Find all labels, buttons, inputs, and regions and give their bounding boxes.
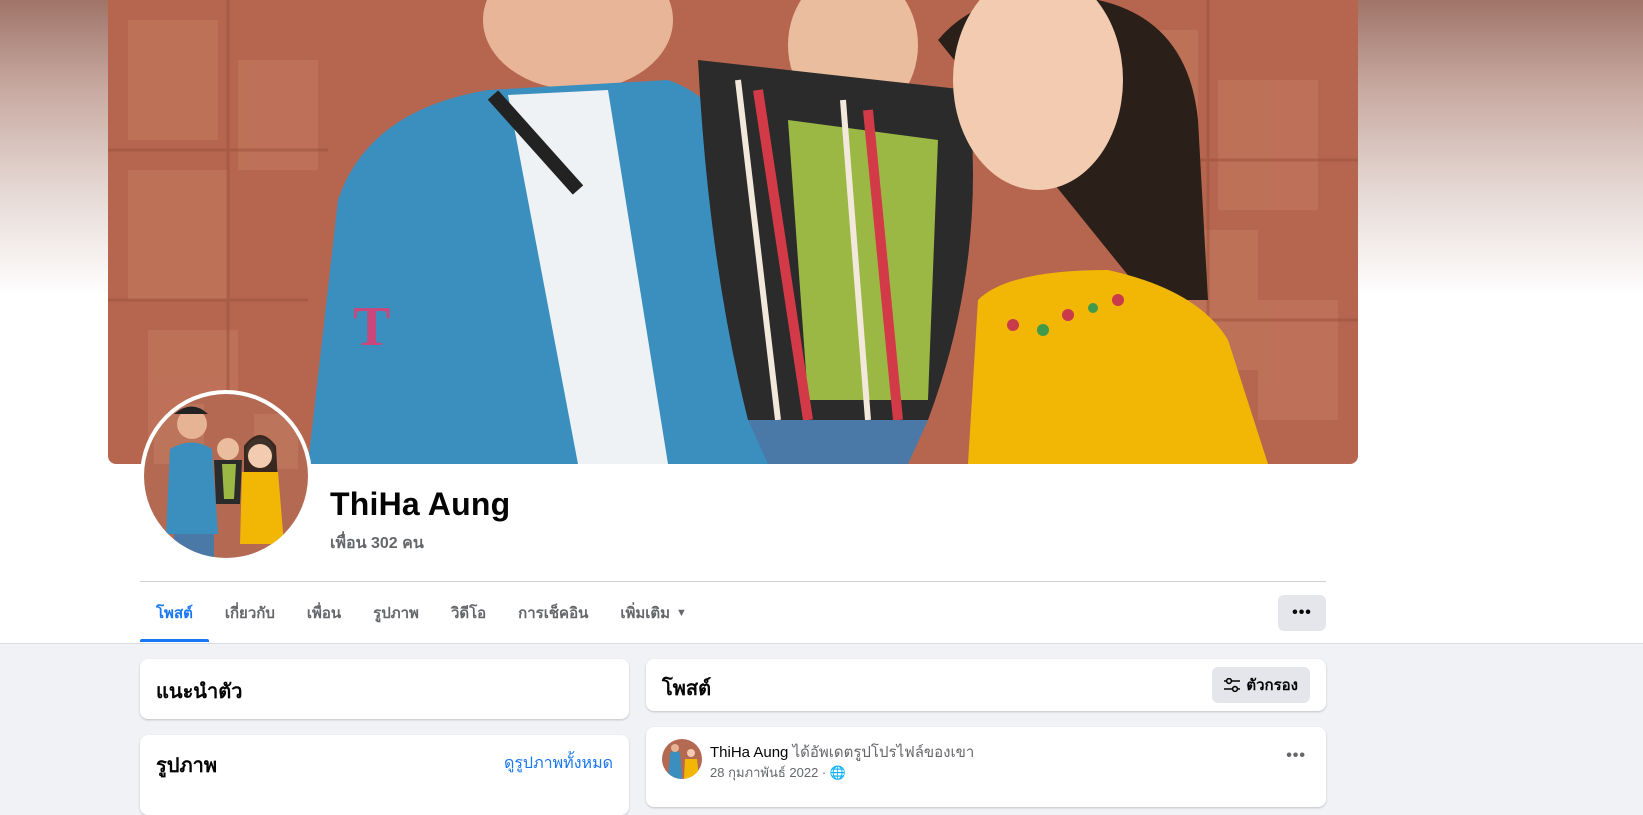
post-card: ThiHa Aung ได้อัพเดตรูปโปรไฟล์ของเขา 28 … (646, 727, 1326, 807)
post-timestamp[interactable]: 28 กุมภาพันธ์ 2022 · 🌐 (710, 762, 846, 783)
post-action-text: ได้อัพเดตรูปโปรไฟล์ของเขา (792, 744, 975, 761)
posts-title: โพสต์ (662, 678, 712, 700)
posts-header-card: โพสต์ ตัวกรอง (646, 659, 1326, 711)
filter-label: ตัวกรอง (1246, 677, 1298, 694)
caret-down-icon: ▼ (676, 607, 687, 619)
friends-count[interactable]: เพื่อน 302 คน (330, 531, 424, 556)
tab-videos[interactable]: วิดีโอ (435, 584, 502, 642)
header-divider (140, 581, 1326, 582)
tab-posts[interactable]: โพสต์ (140, 584, 209, 642)
tab-checkins[interactable]: การเช็คอิน (502, 584, 604, 642)
profile-tabs: โพสต์ เกี่ยวกับ เพื่อน รูปภาพ วิดีโอ การ… (140, 584, 703, 642)
intro-card: แนะนำตัว (140, 659, 629, 719)
photos-card: รูปภาพ ดูรูปภาพทั้งหมด (140, 735, 629, 815)
profile-name: ThiHa Aung (330, 486, 511, 522)
profile-avatar[interactable] (140, 390, 312, 562)
see-all-photos-link[interactable]: ดูรูปภาพทั้งหมด (504, 751, 613, 776)
post-author-avatar[interactable] (662, 739, 702, 779)
cover-photo[interactable]: T (108, 0, 1358, 464)
tab-friends[interactable]: เพื่อน (291, 584, 357, 642)
more-horizontal-icon: ••• (1286, 747, 1306, 764)
profile-more-button[interactable]: ••• (1278, 595, 1326, 631)
tab-about[interactable]: เกี่ยวกับ (209, 584, 291, 642)
tab-photos[interactable]: รูปภาพ (357, 584, 435, 642)
post-menu-button[interactable]: ••• (1286, 747, 1306, 765)
post-header: ThiHa Aung ได้อัพเดตรูปโปรไฟล์ของเขา (710, 740, 974, 764)
filter-button[interactable]: ตัวกรอง (1212, 667, 1310, 703)
photos-title: รูปภาพ (156, 755, 218, 777)
intro-title: แนะนำตัว (156, 681, 243, 703)
more-horizontal-icon: ••• (1292, 604, 1312, 621)
tab-more[interactable]: เพิ่มเติม ▼ (604, 584, 703, 642)
filter-sliders-icon (1224, 678, 1241, 692)
svg-text:T: T (353, 296, 390, 358)
post-author-name[interactable]: ThiHa Aung (710, 744, 788, 761)
tab-more-label: เพิ่มเติม (620, 605, 671, 622)
